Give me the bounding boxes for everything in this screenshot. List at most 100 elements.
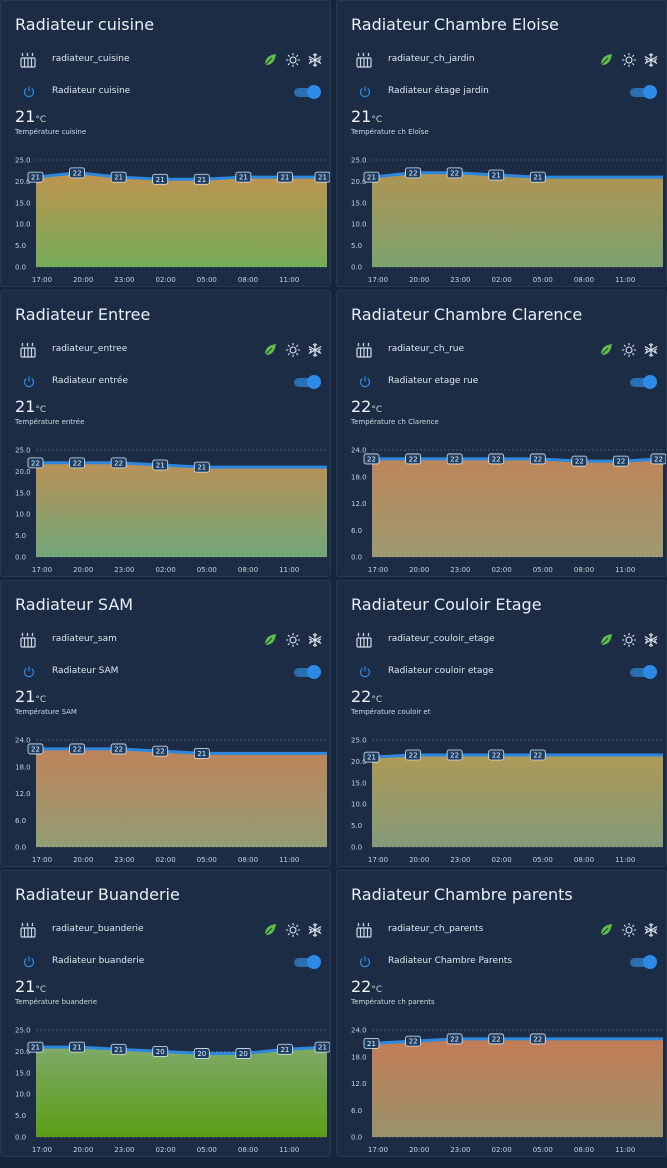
sun-icon[interactable] — [285, 632, 301, 648]
chart-point-text: 22 — [31, 745, 40, 753]
snowflake-icon[interactable] — [307, 52, 323, 68]
toggle-switch[interactable] — [630, 375, 657, 389]
chart-svg: 24.0 18.0 12.0 6.0 0.0 22 22 22 22 22 22 22 22 17:00 2… — [351, 447, 666, 574]
switch-row[interactable]: Radiateur SAM — [1, 663, 330, 683]
climate-entity-row[interactable]: radiateur_ch_rue — [337, 341, 666, 361]
switch-row[interactable]: Radiateur buanderie — [1, 953, 330, 973]
temperature-unit: °C — [35, 115, 47, 125]
switch-label: Radiateur SAM — [52, 666, 119, 676]
snowflake-icon[interactable] — [643, 52, 659, 68]
x-tick-label: 08:00 — [574, 856, 594, 864]
chart-point-text: 21 — [367, 754, 376, 762]
sun-icon[interactable] — [621, 922, 637, 938]
temperature-chart: 25.0 20.0 15.0 10.0 5.0 0.0 21 22 22 22 22 17:00 20:… — [337, 730, 666, 865]
toggle-switch[interactable] — [294, 85, 321, 99]
climate-entity-row[interactable]: radiateur_cuisine — [1, 51, 330, 71]
chart-point-label: 21 — [193, 747, 210, 759]
radiator-card: Radiateur Couloir Etage radiateur_couloi… — [336, 580, 667, 867]
y-tick-label: 6.0 — [351, 1107, 362, 1115]
sensor-label: Température SAM — [15, 708, 77, 716]
x-tick-label: 20:00 — [73, 856, 93, 864]
entity-name: radiateur_buanderie — [52, 924, 144, 934]
leaf-icon[interactable] — [599, 53, 613, 67]
chart-area — [372, 458, 663, 557]
leaf-icon[interactable] — [263, 53, 277, 67]
switch-row[interactable]: Radiateur étage jardin — [337, 83, 666, 103]
chart-point-label: 22 — [27, 457, 44, 469]
x-tick-label: 08:00 — [238, 1146, 258, 1154]
sun-icon[interactable] — [621, 52, 637, 68]
chart-point-label: 22 — [446, 749, 463, 761]
x-tick-label: 02:00 — [492, 276, 512, 284]
leaf-icon[interactable] — [263, 633, 277, 647]
y-tick-label: 25.0 — [15, 1027, 31, 1035]
climate-entity-row[interactable]: radiateur_sam — [1, 631, 330, 651]
x-tick-label: 02:00 — [156, 1146, 176, 1154]
temperature-unit: °C — [35, 405, 47, 415]
sun-icon[interactable] — [621, 342, 637, 358]
chart-point-text: 21 — [197, 750, 206, 758]
leaf-icon[interactable] — [599, 343, 613, 357]
x-tick-label: 20:00 — [409, 276, 429, 284]
chart-point-text: 21 — [114, 1046, 123, 1054]
snowflake-icon[interactable] — [643, 342, 659, 358]
toggle-switch[interactable] — [294, 665, 321, 679]
climate-entity-row[interactable]: radiateur_buanderie — [1, 921, 330, 941]
switch-row[interactable]: Radiateur etage rue — [337, 373, 666, 393]
switch-row[interactable]: Radiateur couloir etage — [337, 663, 666, 683]
snowflake-icon[interactable] — [643, 632, 659, 648]
chart-point-label: 21 — [69, 1041, 85, 1053]
toggle-switch[interactable] — [630, 665, 657, 679]
snowflake-icon[interactable] — [643, 922, 659, 938]
chart-area — [36, 1047, 327, 1137]
toggle-switch[interactable] — [294, 955, 321, 969]
chart-point-label: 21 — [529, 171, 546, 183]
x-tick-label: 23:00 — [114, 566, 134, 574]
sun-icon[interactable] — [285, 342, 301, 358]
climate-entity-row[interactable]: radiateur_ch_parents — [337, 921, 666, 941]
heater-icon — [356, 632, 372, 648]
chart-point-label: 20 — [193, 1048, 210, 1059]
entity-name: radiateur_ch_rue — [388, 344, 465, 354]
switch-row[interactable]: Radiateur cuisine — [1, 83, 330, 103]
toggle-switch[interactable] — [630, 955, 657, 969]
switch-row[interactable]: Radiateur entrée — [1, 373, 330, 393]
x-tick-label: 23:00 — [450, 856, 470, 864]
toggle-switch[interactable] — [630, 85, 657, 99]
chart-point-label: 22 — [69, 457, 85, 469]
snowflake-icon[interactable] — [307, 342, 323, 358]
leaf-icon[interactable] — [263, 923, 277, 937]
power-icon — [23, 376, 35, 388]
x-tick-label: 11:00 — [615, 276, 635, 284]
card-title: Radiateur SAM — [15, 595, 134, 614]
chart-point-label: 20 — [152, 1045, 169, 1057]
x-tick-label: 17:00 — [368, 1146, 388, 1154]
chart-point-text: 21 — [280, 174, 289, 182]
snowflake-icon[interactable] — [307, 632, 323, 648]
sun-icon[interactable] — [285, 52, 301, 68]
sun-icon[interactable] — [285, 922, 301, 938]
climate-entity-row[interactable]: radiateur_entree — [1, 341, 330, 361]
climate-entity-row[interactable]: radiateur_couloir_etage — [337, 631, 666, 651]
leaf-icon[interactable] — [599, 633, 613, 647]
card-title: Radiateur Buanderie — [15, 885, 180, 904]
chart-area — [372, 1038, 663, 1137]
toggle-switch[interactable] — [294, 375, 321, 389]
leaf-icon[interactable] — [599, 923, 613, 937]
temperature-chart: 24.0 18.0 12.0 6.0 0.0 21 22 22 22 22 17:00 20:00 23… — [337, 1020, 666, 1155]
entity-name: radiateur_cuisine — [52, 54, 130, 64]
y-tick-label: 10.0 — [351, 221, 367, 229]
temperature-number: 21 — [351, 107, 372, 126]
x-tick-label: 17:00 — [368, 856, 388, 864]
snowflake-icon[interactable] — [307, 922, 323, 938]
climate-entity-row[interactable]: radiateur_ch_jardin — [337, 51, 666, 71]
x-tick-label: 11:00 — [279, 566, 299, 574]
sun-icon[interactable] — [621, 632, 637, 648]
switch-row[interactable]: Radiateur Chambre Parents — [337, 953, 666, 973]
chart-point-label: 22 — [529, 749, 546, 761]
x-tick-label: 02:00 — [156, 566, 176, 574]
leaf-icon[interactable] — [263, 343, 277, 357]
x-tick-label: 23:00 — [114, 276, 134, 284]
y-tick-label: 18.0 — [351, 1053, 367, 1061]
chart-point-text: 21 — [367, 174, 376, 182]
